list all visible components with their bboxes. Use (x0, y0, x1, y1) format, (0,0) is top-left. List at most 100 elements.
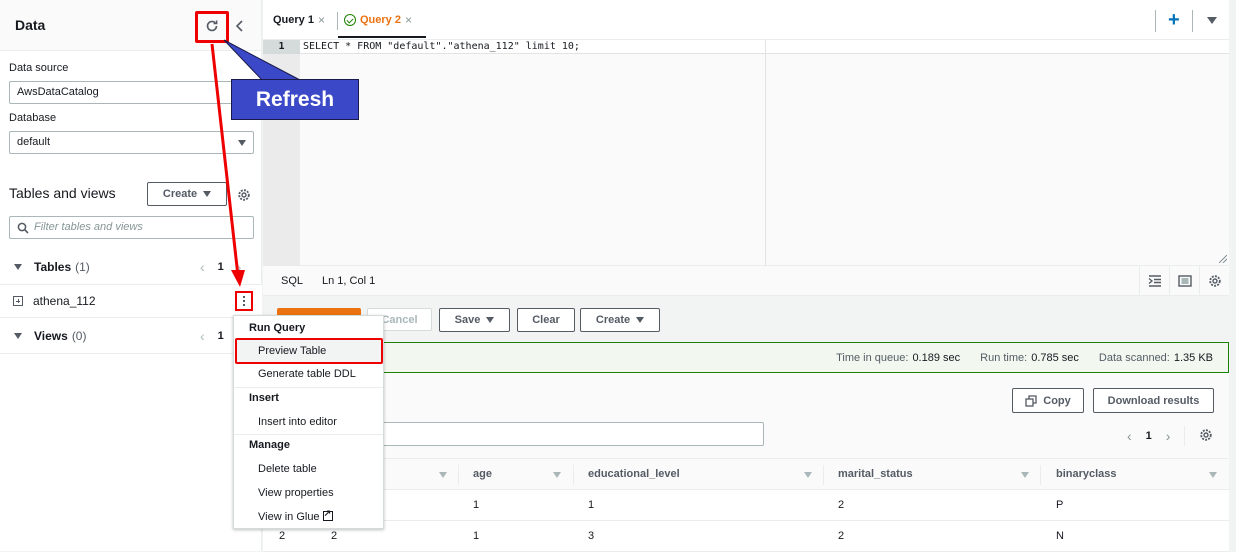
sort-icon[interactable] (439, 472, 447, 478)
menu-divider (234, 434, 383, 435)
editor-settings-icon[interactable] (1199, 266, 1229, 296)
views-section-header[interactable]: Views (0) ‹ 1 (0, 319, 262, 353)
column-header-binaryclass[interactable]: binaryclass (1056, 459, 1117, 489)
table-cell: N (1056, 530, 1064, 542)
expand-table-icon[interactable] (13, 296, 23, 306)
sort-icon[interactable] (804, 472, 812, 478)
views-label: Views (34, 329, 68, 343)
sql-code[interactable]: SELECT * FROM "default"."athena_112" lim… (303, 40, 580, 54)
query-actions: Cancel Save Clear Create (263, 296, 1229, 342)
column-divider[interactable] (573, 465, 574, 485)
create-button[interactable]: Create (580, 308, 660, 332)
refresh-highlight-box (195, 11, 229, 43)
column-header-educational-level[interactable]: educational_level (588, 459, 680, 489)
tab-label: Query 1 (273, 14, 314, 26)
create-label: Create (595, 314, 631, 326)
results-table: age educational_level marital_status bin… (263, 458, 1229, 552)
expand-icon (14, 333, 22, 339)
menu-item-insert-into-editor[interactable]: Insert into editor (258, 416, 337, 428)
menu-group-run-query: Run Query (249, 322, 306, 334)
tab-menu-icon[interactable] (1207, 17, 1217, 24)
views-page-number[interactable]: 1 (218, 330, 224, 342)
tab-query-2[interactable]: Query 2 × (344, 13, 412, 27)
column-divider[interactable] (1040, 465, 1041, 485)
print-margin (765, 40, 766, 266)
table-actions-kebab-icon[interactable] (235, 291, 253, 311)
menu-group-insert: Insert (249, 392, 279, 404)
settings-icon[interactable] (237, 188, 251, 202)
prev-page-icon[interactable]: ‹ (200, 328, 205, 344)
success-check-icon (344, 14, 356, 26)
clear-button[interactable]: Clear (517, 308, 575, 332)
views-pagination: ‹ 1 (200, 328, 224, 344)
download-results-button[interactable]: Download results (1093, 388, 1214, 413)
format-query-icon[interactable] (1139, 266, 1169, 296)
data-source-select[interactable]: AwsDataCatalog (9, 81, 254, 104)
fullscreen-icon[interactable] (1169, 266, 1199, 296)
tab-label: Query 2 (360, 14, 401, 26)
prev-page-icon[interactable]: ‹ (200, 259, 205, 275)
save-button[interactable]: Save (439, 308, 510, 332)
prev-page-icon[interactable]: ‹ (1127, 428, 1132, 444)
sort-icon[interactable] (1209, 472, 1217, 478)
table-item-athena-112[interactable]: athena_112 (0, 284, 262, 318)
menu-item-view-in-glue[interactable]: View in Glue (258, 508, 333, 523)
chevron-down-icon (238, 140, 246, 146)
tab-query-1[interactable]: Query 1 × (273, 13, 325, 27)
views-count: (0) (71, 329, 87, 343)
table-row: 1 1 2 P (263, 490, 1229, 521)
table-name: athena_112 (33, 294, 96, 308)
sql-editor[interactable]: 1 SELECT * FROM "default"."athena_112" l… (263, 40, 1229, 266)
menu-item-delete-table[interactable]: Delete table (258, 463, 317, 475)
add-tab-icon[interactable]: + (1168, 9, 1180, 32)
results-settings-icon[interactable] (1199, 428, 1213, 445)
language-label: SQL (281, 274, 304, 287)
table-cell: 1 (588, 499, 595, 511)
filter-tables-input[interactable]: Filter tables and views (9, 216, 254, 239)
close-icon[interactable]: × (405, 13, 412, 27)
copy-icon (1025, 394, 1037, 407)
next-page-icon[interactable]: › (1166, 428, 1171, 444)
divider (1184, 426, 1186, 446)
database-value: default (17, 136, 51, 148)
divider (1192, 10, 1193, 32)
menu-divider (234, 387, 383, 388)
query-stats-banner: Time in queue: 0.189 sec Run time: 0.785 s… (263, 342, 1229, 373)
column-header-age[interactable]: age (473, 459, 492, 489)
resize-handle-icon[interactable] (1219, 255, 1227, 263)
column-header-marital-status[interactable]: marital_status (838, 459, 913, 489)
active-tab-indicator (338, 36, 426, 38)
run-time: Run time: 0.785 sec (980, 351, 1079, 364)
time-in-queue: Time in queue: 0.189 sec (836, 351, 961, 364)
data-source-label: Data source (9, 62, 69, 74)
tables-pagination: ‹ 1 › (200, 259, 241, 275)
scrollbar-track[interactable] (1229, 0, 1236, 551)
results-filter-input[interactable] (381, 422, 764, 446)
query-tabs: Query 1 × Query 2 × + (263, 0, 1229, 40)
menu-item-view-properties[interactable]: View properties (258, 487, 334, 499)
table-context-menu: Run Query Preview Table Generate table D… (233, 315, 384, 529)
sort-icon[interactable] (553, 472, 561, 478)
close-icon[interactable]: × (318, 13, 325, 27)
table-cell: P (1056, 499, 1064, 511)
table-row: 2 2 1 3 2 N (263, 521, 1229, 552)
results-page-number[interactable]: 1 (1146, 430, 1152, 442)
filter-placeholder: Filter tables and views (34, 221, 143, 233)
menu-item-generate-ddl[interactable]: Generate table DDL (258, 368, 356, 380)
menu-item-preview-table[interactable]: Preview Table (258, 345, 326, 357)
next-page-icon[interactable]: › (237, 259, 242, 275)
cursor-position: Ln 1, Col 1 (322, 274, 376, 287)
expand-icon (14, 264, 22, 270)
column-divider[interactable] (458, 465, 459, 485)
tables-and-views-title: Tables and views (9, 185, 116, 201)
tables-section-header[interactable]: Tables (1) ‹ 1 › (0, 250, 262, 284)
column-divider[interactable] (823, 465, 824, 485)
sort-icon[interactable] (1021, 472, 1029, 478)
create-table-button[interactable]: Create (147, 182, 227, 206)
divider (1155, 10, 1156, 32)
tables-page-number[interactable]: 1 (218, 261, 224, 273)
database-select[interactable]: default (9, 131, 254, 154)
collapse-panel-icon[interactable] (233, 16, 247, 36)
data-panel-title: Data (15, 17, 46, 33)
copy-button[interactable]: Copy (1012, 388, 1084, 413)
